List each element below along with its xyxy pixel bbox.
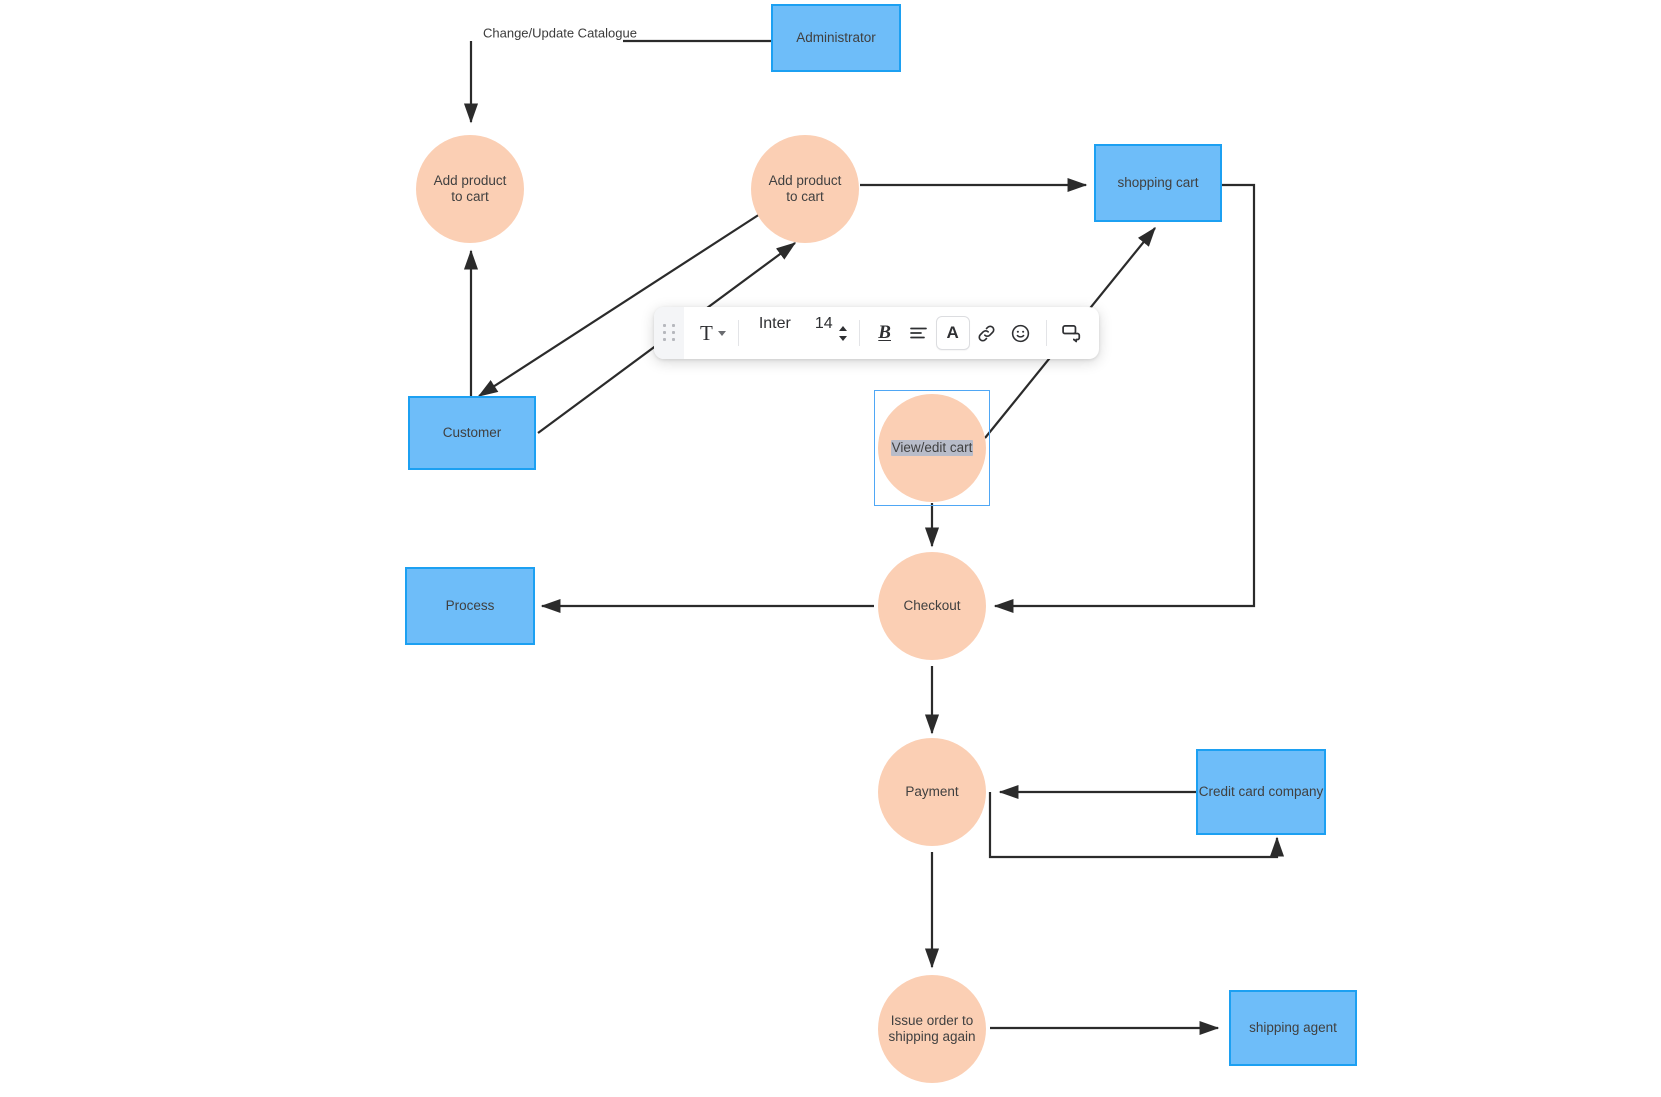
node-view-edit-cart-label[interactable]: View/edit cart [890, 439, 974, 457]
text-format-toolbar[interactable]: T Inter 14 B A [654, 307, 1099, 359]
drag-dots-icon [662, 324, 676, 342]
comment-group [1051, 307, 1099, 359]
comment-icon [1061, 325, 1080, 343]
text-style-icon: T [700, 320, 713, 345]
text-color-icon: A [946, 323, 959, 342]
node-checkout-label: Checkout [903, 597, 961, 613]
font-family-select[interactable]: Inter [743, 307, 809, 341]
node-payment-label: Payment [905, 783, 959, 799]
bold-button[interactable]: B [868, 316, 902, 350]
emoji-icon [1011, 324, 1030, 342]
edge-addproduct2-to-customer [477, 213, 761, 397]
edge-label-change-update-catalogue: Change/Update Catalogue [483, 25, 637, 41]
node-shopping-cart-label: shopping cart [1117, 174, 1199, 190]
stepper-up-icon [838, 325, 847, 331]
node-process[interactable]: Process [405, 567, 535, 645]
drag-handle-icon[interactable] [654, 307, 684, 359]
node-add-product-to-cart-2-label: Add product to cart [768, 172, 842, 204]
node-process-label: Process [445, 597, 495, 613]
edge-shoppingcart-to-checkout [993, 183, 1256, 614]
stepper-down-icon [838, 335, 847, 341]
font-size-input[interactable]: 14 [809, 307, 837, 341]
node-shipping-agent[interactable]: shipping agent [1229, 990, 1357, 1066]
link-icon [978, 324, 995, 342]
text-style-group: T [684, 307, 734, 359]
node-customer-label: Customer [442, 424, 502, 440]
toolbar-divider [858, 320, 860, 346]
node-credit-card-company[interactable]: Credit card company [1196, 749, 1326, 835]
node-payment[interactable]: Payment [878, 738, 986, 846]
chevron-down-icon [717, 330, 726, 336]
node-administrator-label: Administrator [796, 29, 876, 45]
link-button[interactable] [970, 316, 1004, 350]
node-shipping-agent-label: shipping agent [1249, 1019, 1337, 1035]
node-checkout[interactable]: Checkout [878, 552, 986, 660]
node-customer[interactable]: Customer [408, 396, 536, 470]
node-add-product-to-cart-1-label: Add product to cart [433, 172, 507, 204]
format-group: B A [864, 307, 1042, 359]
bold-icon: B [878, 322, 891, 343]
font-size-stepper[interactable] [837, 307, 855, 359]
node-shopping-cart[interactable]: shopping cart [1094, 144, 1222, 222]
toolbar-divider [737, 320, 739, 346]
text-style-button[interactable]: T [688, 316, 730, 350]
emoji-button[interactable] [1004, 316, 1038, 350]
node-issue-order-label: Issue order to shipping again [888, 1012, 976, 1044]
node-administrator[interactable]: Administrator [771, 4, 901, 72]
node-add-product-to-cart-2[interactable]: Add product to cart [751, 135, 859, 243]
node-credit-card-company-label: Credit card company [1198, 783, 1324, 799]
comment-button[interactable] [1055, 316, 1089, 350]
toolbar-divider [1045, 320, 1047, 346]
diagram-canvas[interactable]: Change/Update Catalogue Administrator Ad… [0, 0, 1661, 1097]
text-align-button[interactable] [902, 316, 936, 350]
node-view-edit-cart[interactable]: View/edit cart [878, 394, 986, 502]
node-issue-order[interactable]: Issue order to shipping again [878, 975, 986, 1083]
text-color-button[interactable]: A [935, 316, 970, 350]
align-left-icon [910, 327, 927, 339]
node-add-product-to-cart-1[interactable]: Add product to cart [416, 135, 524, 243]
